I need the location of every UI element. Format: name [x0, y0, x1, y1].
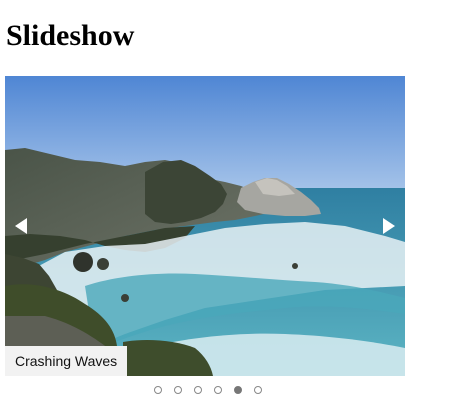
- page-title: Slideshow: [6, 19, 135, 52]
- slide-dot[interactable]: [254, 386, 262, 394]
- previous-slide-button[interactable]: [9, 212, 33, 240]
- slide-dot[interactable]: [214, 386, 222, 394]
- slide-indicators: [154, 386, 262, 394]
- chevron-left-icon: [15, 218, 27, 234]
- slide-caption: Crashing Waves: [5, 346, 128, 376]
- chevron-right-icon: [383, 218, 395, 234]
- next-slide-button[interactable]: [377, 212, 401, 240]
- slide-dot[interactable]: [154, 386, 162, 394]
- slideshow: Crashing Waves: [5, 76, 405, 376]
- slide-dot[interactable]: [174, 386, 182, 394]
- slide-image: [5, 76, 405, 376]
- slide-dot[interactable]: [194, 386, 202, 394]
- slide-dot-active[interactable]: [234, 386, 242, 394]
